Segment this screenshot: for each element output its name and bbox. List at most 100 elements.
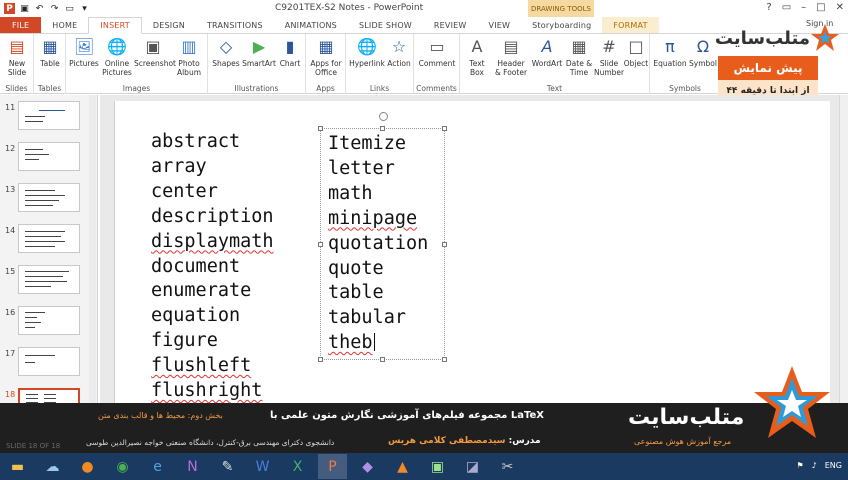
environment-name: flushright xyxy=(151,380,263,401)
resize-handle[interactable] xyxy=(442,357,447,362)
slide-scrollbar[interactable] xyxy=(839,95,848,403)
flag-icon[interactable]: ⚑ xyxy=(796,461,803,470)
language-indicator[interactable]: ENG xyxy=(825,461,842,470)
text-box-button[interactable]: A Text Box xyxy=(462,37,492,77)
tab-transitions[interactable]: TRANSITIONS xyxy=(196,17,274,33)
environment-name: quote xyxy=(328,257,384,279)
thumbnail-row[interactable]: 16 xyxy=(0,304,98,338)
date-time-button[interactable]: ▦ Date & Time xyxy=(564,37,594,77)
thumbnail-row[interactable]: 17 xyxy=(0,345,98,379)
word-icon[interactable]: W xyxy=(248,454,277,479)
table-icon: ▦ xyxy=(42,37,58,56)
editor-icon[interactable]: ◪ xyxy=(458,454,487,479)
tab-file[interactable]: FILE xyxy=(0,17,42,33)
maximize-icon[interactable]: □ xyxy=(816,2,825,13)
onenote-icon[interactable]: N xyxy=(178,454,207,479)
thumbnail-row[interactable]: 15 xyxy=(0,263,98,297)
slide-number-button[interactable]: # Slide Number xyxy=(594,37,624,77)
environment-name: document xyxy=(151,255,241,277)
slide-thumbnail[interactable] xyxy=(18,142,80,171)
resize-handle[interactable] xyxy=(380,126,385,131)
slide-thumbnail[interactable] xyxy=(18,347,80,376)
chrome-icon[interactable]: ◉ xyxy=(108,454,137,479)
smartart-button[interactable]: ▶ SmartArt xyxy=(242,37,276,68)
thumbnail-number: 12 xyxy=(5,144,16,153)
apps-for-office-button[interactable]: ▦ Apps for Office xyxy=(308,37,344,77)
hyperlink-button[interactable]: 🌐 Hyperlink xyxy=(348,37,386,68)
tab-animations[interactable]: ANIMATIONS xyxy=(274,17,348,33)
object-button[interactable]: □ Object xyxy=(622,37,650,68)
chart-button[interactable]: ▮ Chart xyxy=(276,37,304,68)
comment-button[interactable]: ▭ Comment xyxy=(416,37,458,68)
environment-name: theb xyxy=(328,332,375,354)
tab-review[interactable]: REVIEW xyxy=(423,17,478,33)
slide-thumbnail[interactable] xyxy=(18,306,80,335)
table-button[interactable]: ▦ Table xyxy=(36,37,64,68)
skydrive-icon[interactable]: ☁ xyxy=(38,454,67,479)
slide-thumbnail[interactable] xyxy=(18,224,80,253)
online-pictures-button[interactable]: 🌐 Online Pictures xyxy=(100,37,134,77)
thumbnail-row[interactable]: 14 xyxy=(0,222,98,256)
equation-button[interactable]: π Equation xyxy=(652,37,688,68)
wordart-button[interactable]: A WordArt xyxy=(530,37,564,68)
apps-icon: ▦ xyxy=(318,37,334,56)
slide-thumbnail[interactable] xyxy=(18,101,80,130)
tab-storyboarding[interactable]: Storyboarding xyxy=(521,17,602,33)
customize-qat-icon[interactable]: ▾ xyxy=(79,3,90,14)
rotate-handle[interactable] xyxy=(379,112,388,121)
present-icon[interactable]: ▭ xyxy=(64,3,75,14)
window-title: C9201TEX-S2 Notes - PowerPoint xyxy=(275,3,424,13)
resize-handle[interactable] xyxy=(442,242,447,247)
powerpoint-logo-icon[interactable]: P xyxy=(4,3,15,14)
volume-icon[interactable]: ♪ xyxy=(812,461,817,470)
internet-explorer-icon[interactable]: e xyxy=(143,454,172,479)
firefox-icon[interactable]: ● xyxy=(73,454,102,479)
resize-handle[interactable] xyxy=(318,242,323,247)
tool-icon[interactable]: ✂ xyxy=(493,454,522,479)
thumbnail-row[interactable]: 12 xyxy=(0,140,98,174)
quick-access-toolbar: P ▣ ↶ ↷ ▭ ▾ xyxy=(0,3,90,14)
header-footer-button[interactable]: ▤ Header & Footer xyxy=(492,37,530,77)
resize-handle[interactable] xyxy=(318,126,323,131)
minimize-icon[interactable]: – xyxy=(801,2,806,13)
redo-icon[interactable]: ↷ xyxy=(49,3,60,14)
screenshot-button[interactable]: ▣ Screenshot xyxy=(134,37,176,68)
shapes-button[interactable]: ◇ Shapes xyxy=(210,37,242,68)
file-explorer-icon[interactable]: ▬ xyxy=(3,454,32,479)
banner-brand: متلب‌سایت xyxy=(628,405,745,430)
tab-insert[interactable]: INSERT xyxy=(88,17,142,34)
slide-thumbnail[interactable] xyxy=(18,265,80,294)
visual-studio-icon[interactable]: ◆ xyxy=(353,454,382,479)
tab-format[interactable]: FORMAT xyxy=(602,17,659,33)
slide-thumbnail[interactable] xyxy=(18,183,80,212)
resize-handle[interactable] xyxy=(318,357,323,362)
tab-design[interactable]: DESIGN xyxy=(142,17,196,33)
tab-slide-show[interactable]: SLIDE SHOW xyxy=(348,17,423,33)
banner-teacher: مدرس: سیدمصطفی کلامی هریس xyxy=(388,436,541,446)
help-icon[interactable]: ? xyxy=(766,2,771,13)
close-icon[interactable]: ✕ xyxy=(836,2,844,13)
save-icon[interactable]: ▣ xyxy=(19,3,30,14)
media-icon[interactable]: ▣ xyxy=(423,454,452,479)
action-button[interactable]: ☆ Action xyxy=(386,37,412,68)
undo-icon[interactable]: ↶ xyxy=(34,3,45,14)
matlab-icon[interactable]: ▲ xyxy=(388,454,417,479)
tab-view[interactable]: VIEW xyxy=(478,17,522,33)
powerpoint-icon[interactable]: P xyxy=(318,454,347,479)
environment-name: description xyxy=(151,205,274,227)
thumbnail-number: 15 xyxy=(5,267,16,276)
photo-album-button[interactable]: ▥ Photo Album xyxy=(172,37,206,77)
excel-icon[interactable]: X xyxy=(283,454,312,479)
resize-handle[interactable] xyxy=(442,126,447,131)
ribbon-display-icon[interactable]: ▭ xyxy=(782,2,791,13)
resize-handle[interactable] xyxy=(380,357,385,362)
header-footer-icon: ▤ xyxy=(503,37,519,56)
tab-home[interactable]: HOME xyxy=(41,17,88,33)
thumbnails-scrollbar[interactable] xyxy=(89,95,96,425)
text-box-icon: A xyxy=(471,37,483,56)
pictures-button[interactable]: 🖼 Pictures xyxy=(68,37,100,68)
thumbnail-row[interactable]: 11 xyxy=(0,99,98,133)
notepad-icon[interactable]: ✎ xyxy=(213,454,242,479)
new-slide-button[interactable]: ▤ New Slide xyxy=(2,37,32,77)
thumbnail-row[interactable]: 13 xyxy=(0,181,98,215)
